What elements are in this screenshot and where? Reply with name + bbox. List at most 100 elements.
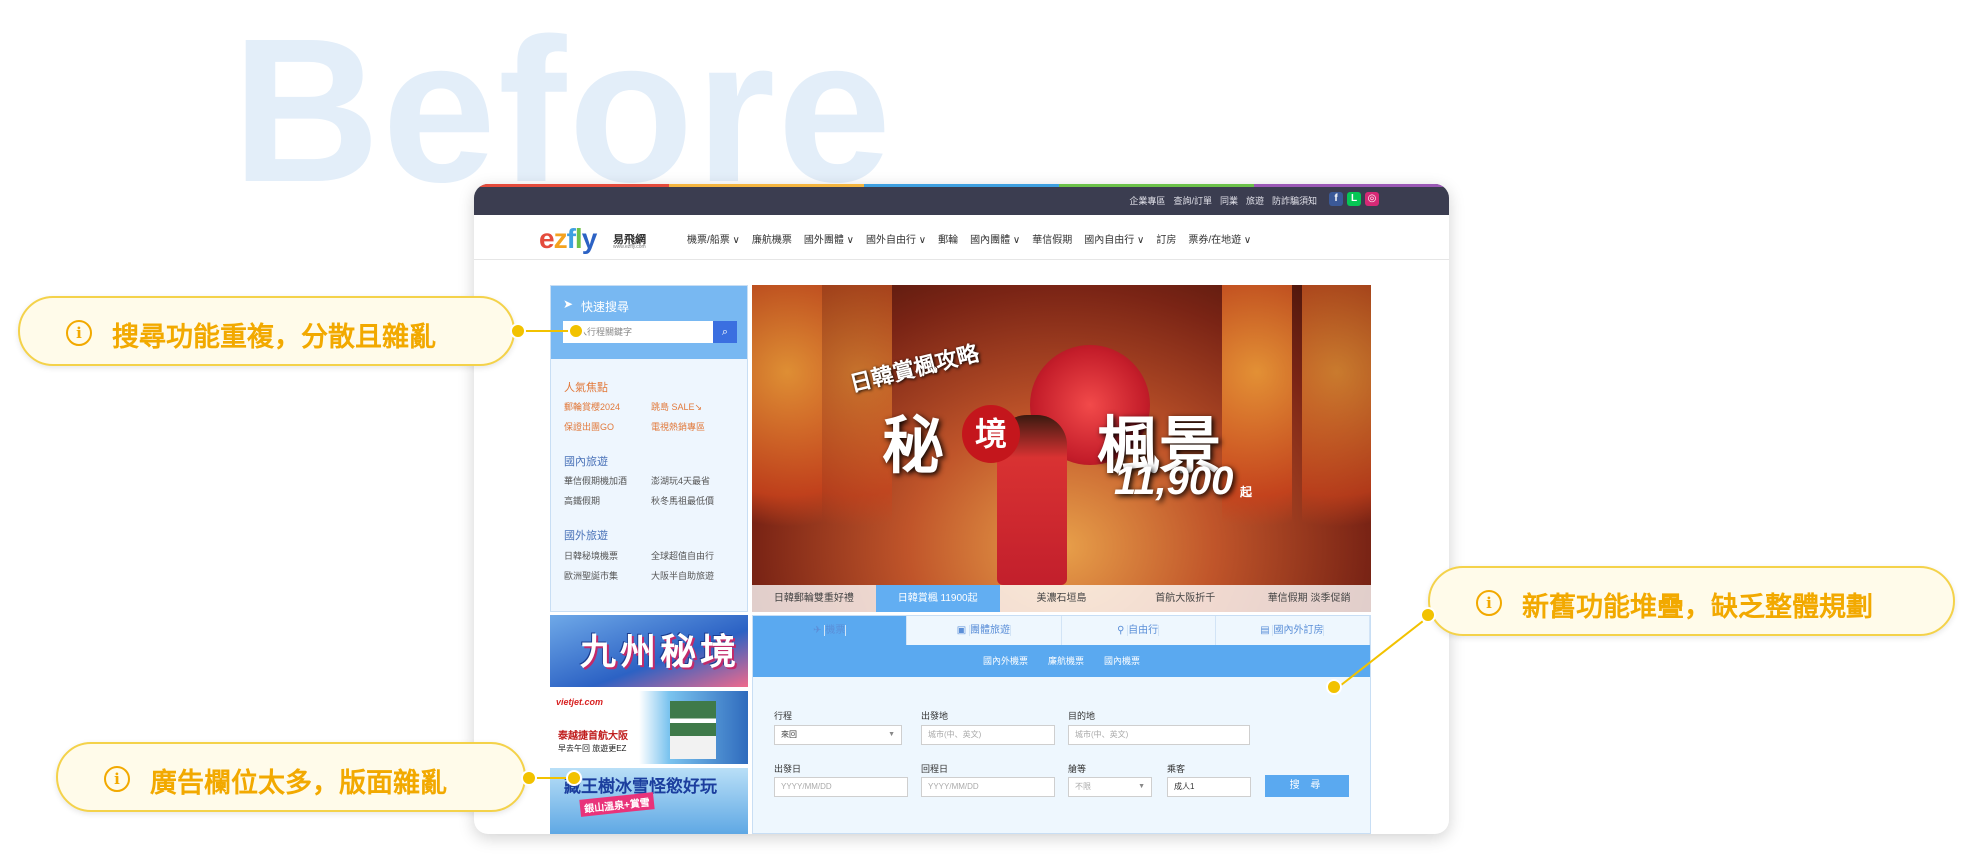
connector-dot — [521, 770, 537, 786]
subtab-lcc[interactable]: 廉航機票 — [1048, 645, 1084, 677]
line-icon[interactable]: L — [1347, 192, 1361, 206]
connector-dot — [568, 323, 584, 339]
return-date-input[interactable]: YYYY/MM/DD — [921, 777, 1055, 797]
ad2-brand: vietjet.com — [556, 697, 604, 707]
connector-dot — [510, 323, 526, 339]
overseas-link[interactable]: 大阪半自助旅遊 — [651, 569, 714, 582]
ad1-title: 九州秘境 — [580, 631, 741, 672]
popular-link[interactable]: 郵輪賞櫻2024 — [564, 400, 620, 413]
menu-item-tickets[interactable]: 機票/船票 ∨ — [687, 231, 740, 246]
return-label: 回程日 — [921, 764, 949, 774]
booking-subtabs: 國內外機票 廉航機票 國內機票 — [753, 645, 1370, 677]
quick-search-header: ➤ 快速搜尋 輸入行程關鍵字 ⌕ — [551, 286, 747, 359]
search-icon[interactable]: ⌕ — [713, 321, 737, 343]
hero-tab[interactable]: 首航大阪折千 — [1123, 585, 1247, 612]
callout-stacking-text: 新舊功能堆疊，缺乏整體規劃 — [1522, 592, 1873, 622]
menu-item-mandarin-holiday[interactable]: 華信假期 — [1032, 231, 1072, 246]
domestic-link[interactable]: 澎湖玩4天最省 — [651, 474, 710, 487]
hero-tab[interactable]: 美濃石垣島 — [1000, 585, 1124, 612]
slide: Before 企業專區 查詢/訂單 同業 旅遊 防詐騙須知 f L ◎ ezfl… — [0, 0, 1974, 857]
popular-link[interactable]: 電視熱銷專區 — [651, 420, 705, 433]
menu-item-overseas-group[interactable]: 國外團體 ∨ — [804, 231, 854, 246]
menu-item-domestic-group[interactable]: 國內團體 ∨ — [970, 231, 1020, 246]
menu-item-lcc[interactable]: 廉航機票 — [752, 231, 792, 246]
menu-item-overseas-fit[interactable]: 國外自由行 ∨ — [866, 231, 926, 246]
hero-title-seal: 境 — [962, 405, 1020, 463]
ad-banner-kyushu[interactable]: 九州秘境 — [550, 615, 748, 687]
info-icon: i — [1476, 590, 1502, 616]
connector-dot — [1420, 607, 1436, 623]
hero-price: 11,900 — [1114, 459, 1234, 503]
overseas-link[interactable]: 歐洲聖誕市集 — [564, 569, 618, 582]
tree-decoration — [752, 285, 822, 575]
menu-item-vouchers[interactable]: 票券/在地遊 ∨ — [1188, 231, 1251, 246]
chevron-down-icon: ▼ — [888, 731, 895, 738]
top-link-fraud[interactable]: 防詐騙須知 — [1272, 194, 1317, 207]
info-icon: i — [104, 766, 130, 792]
quick-search-title: 快速搜尋 — [581, 300, 630, 314]
bed-icon: ▤ — [1260, 625, 1274, 636]
top-link-agents[interactable]: 同業 — [1220, 194, 1238, 207]
depart-label: 出發日 — [774, 764, 802, 774]
menu-item-hotel[interactable]: 訂房 — [1156, 231, 1176, 246]
trip-select[interactable]: 來回 ▼ — [774, 725, 902, 745]
class-label: 艙等 — [1068, 764, 1087, 774]
section-title-domestic: 國內旅遊 — [564, 456, 608, 468]
callout-search-text: 搜尋功能重複，分散且雜亂 — [112, 322, 436, 352]
tab-fit[interactable]: ⚲ 自由行 — [1062, 616, 1216, 645]
info-icon: i — [66, 320, 92, 346]
hero-banner[interactable]: 日韓賞楓攻略 秘 境 楓景 11,900 起 日韓郵輪雙重好禮 日韓賞楓 119… — [752, 285, 1371, 612]
logo-url: www.ezfly.com — [613, 244, 646, 250]
plane-icon: ✈ — [813, 625, 826, 636]
class-select[interactable]: 不限 ▼ — [1068, 777, 1152, 797]
hero-price-unit: 起 — [1240, 485, 1253, 499]
popular-link[interactable]: 跳島 SALE↘ — [651, 400, 702, 413]
callout-stacking: i 新舊功能堆疊，缺乏整體規劃 — [1428, 566, 1955, 636]
hero-title-left: 秘 — [882, 409, 945, 482]
tree-decoration — [1222, 285, 1292, 575]
to-input[interactable]: 城市(中、英文) — [1068, 725, 1250, 745]
ad2-subline: 早去午回 旅遊更EZ — [558, 744, 627, 753]
top-link-travel[interactable]: 旅遊 — [1246, 194, 1264, 207]
walker-icon: ⚲ — [1117, 625, 1129, 636]
to-label: 目的地 — [1068, 711, 1096, 721]
website-screenshot: 企業專區 查詢/訂單 同業 旅遊 防詐騙須知 f L ◎ ezfly 易飛網 w… — [474, 184, 1449, 834]
ezfly-logo[interactable]: ezfly — [539, 223, 597, 255]
top-link-enterprise[interactable]: 企業專區 — [1129, 194, 1165, 207]
overseas-link[interactable]: 全球超值自由行 — [651, 549, 714, 562]
connector-dot — [1326, 679, 1342, 695]
before-heading: Before — [232, 0, 894, 225]
hero-tab[interactable]: 華信假期 淡季促銷 — [1247, 585, 1371, 612]
facebook-icon[interactable]: f — [1329, 192, 1343, 206]
top-link-orders[interactable]: 查詢/訂單 — [1173, 194, 1212, 207]
popular-link[interactable]: 保證出團GO — [564, 420, 614, 433]
castle-image — [670, 701, 716, 759]
search-button[interactable]: 搜 尋 — [1265, 775, 1349, 797]
top-links: 企業專區 查詢/訂單 同業 旅遊 防詐騙須知 — [1129, 194, 1317, 207]
menu-item-domestic-fit[interactable]: 國內自由行 ∨ — [1084, 231, 1144, 246]
hero-tabs: 日韓郵輪雙重好禮 日韓賞楓 11900起 美濃石垣島 首航大阪折千 華信假期 淡… — [752, 585, 1371, 612]
instagram-icon[interactable]: ◎ — [1365, 192, 1379, 206]
tab-hotels[interactable]: ▤ 國內外訂房 — [1216, 616, 1370, 645]
menu-item-cruise[interactable]: 郵輪 — [938, 231, 958, 246]
from-input[interactable]: 城市(中、英文) — [921, 725, 1055, 745]
hero-tab[interactable]: 日韓郵輪雙重好禮 — [752, 585, 876, 612]
from-label: 出發地 — [921, 711, 949, 721]
chevron-down-icon: ▼ — [1138, 783, 1145, 790]
domestic-link[interactable]: 秋冬馬祖最低價 — [651, 494, 714, 507]
subtab-domestic[interactable]: 國內機票 — [1104, 645, 1140, 677]
domestic-link[interactable]: 高鐵假期 — [564, 494, 600, 507]
pax-input[interactable]: 成人1 — [1167, 777, 1251, 797]
subtab-intl-flights[interactable]: 國內外機票 — [983, 645, 1028, 677]
quick-search-input[interactable]: 輸入行程關鍵字 — [563, 321, 713, 343]
tab-group-tours[interactable]: ▣ 團體旅遊 — [907, 616, 1062, 645]
overseas-link[interactable]: 日韓秘境機票 — [564, 549, 618, 562]
domestic-link[interactable]: 華信假期機加酒 — [564, 474, 627, 487]
pax-label: 乘客 — [1167, 764, 1186, 774]
hero-tab-active[interactable]: 日韓賞楓 11900起 — [875, 585, 1000, 612]
rainbow-strip — [474, 184, 1449, 187]
tab-flights[interactable]: ✈ 機票 — [753, 616, 908, 645]
depart-date-input[interactable]: YYYY/MM/DD — [774, 777, 908, 797]
ad-banner-vietjet[interactable]: vietjet.com 泰越捷首航大阪 早去午回 旅遊更EZ — [550, 691, 748, 764]
callout-ads-text: 廣告欄位太多，版面雜亂 — [150, 768, 447, 798]
